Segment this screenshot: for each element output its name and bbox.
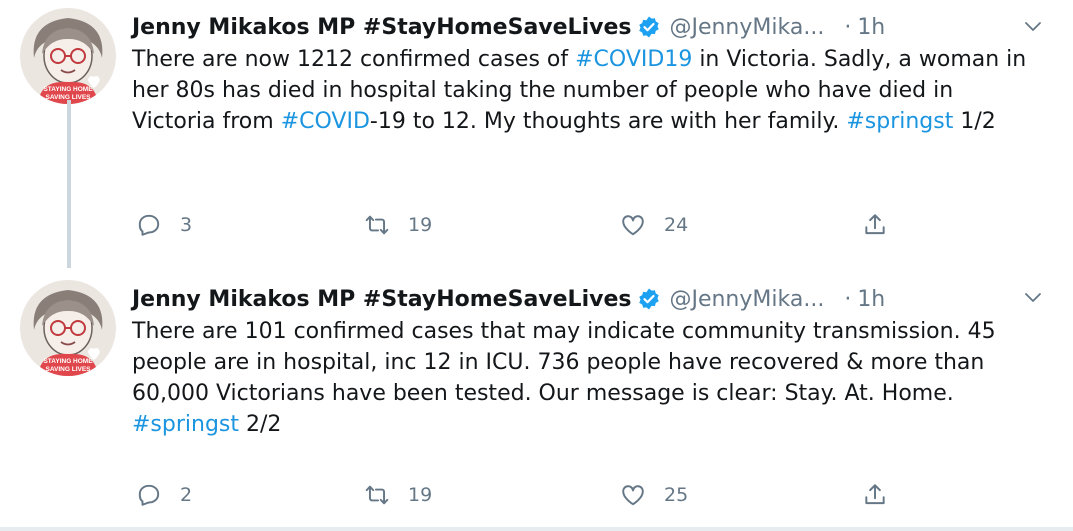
tweet-text: There are now 1212 confirmed cases of #C…	[132, 47, 1027, 134]
hashtag-link[interactable]: #springst	[846, 109, 953, 134]
tweet-header: Jenny Mikakos MP #StayHomeSaveLives @Jen…	[132, 10, 885, 44]
hashtag-link[interactable]: #COVID19	[575, 47, 692, 72]
timestamp[interactable]: 1h	[857, 15, 885, 40]
author-name[interactable]: Jenny Mikakos MP #StayHomeSaveLives	[132, 15, 631, 40]
reply-count: 2	[180, 484, 193, 506]
retweet-count: 19	[408, 214, 433, 236]
thread-connector	[67, 100, 71, 268]
reply-count: 3	[180, 214, 193, 236]
retweet-icon	[365, 215, 389, 235]
retweet-count: 19	[408, 484, 433, 506]
like-count: 25	[664, 484, 689, 506]
like-count: 24	[664, 214, 689, 236]
tweet-actions: 3 19 24	[132, 205, 912, 245]
like-button[interactable]: 25	[620, 475, 688, 515]
verified-badge-icon	[637, 15, 661, 39]
reply-button[interactable]: 3	[136, 205, 192, 245]
chevron-down-icon[interactable]	[1023, 16, 1043, 36]
author-name[interactable]: Jenny Mikakos MP #StayHomeSaveLives	[132, 287, 631, 312]
retweet-icon	[365, 485, 389, 505]
share-button[interactable]	[862, 475, 906, 515]
tweet[interactable]: STAYING HOME SAVING LIVES Jenny Mikakos …	[0, 262, 1073, 527]
hashtag-link[interactable]: #springst	[132, 412, 239, 437]
hashtag-link[interactable]: #COVID	[281, 109, 370, 134]
svg-text:STAYING HOME: STAYING HOME	[43, 358, 93, 365]
chevron-down-icon[interactable]	[1023, 287, 1043, 307]
retweet-button[interactable]: 19	[364, 205, 432, 245]
tweet[interactable]: STAYING HOME SAVING LIVES Jenny Mikakos …	[0, 0, 1073, 262]
reply-icon	[138, 214, 160, 236]
tweet-header: Jenny Mikakos MP #StayHomeSaveLives @Jen…	[132, 282, 885, 316]
like-button[interactable]: 24	[620, 205, 688, 245]
avatar[interactable]: STAYING HOME SAVING LIVES	[20, 8, 116, 104]
reply-button[interactable]: 2	[136, 475, 192, 515]
svg-text:SAVING LIVES: SAVING LIVES	[45, 366, 91, 373]
timestamp[interactable]: 1h	[857, 287, 885, 312]
share-icon	[865, 484, 885, 505]
retweet-button[interactable]: 19	[364, 475, 432, 515]
verified-badge-icon	[637, 287, 661, 311]
svg-text:STAYING HOME: STAYING HOME	[43, 86, 93, 93]
separator: ·	[844, 286, 852, 312]
author-handle[interactable]: @JennyMika...	[669, 15, 824, 40]
author-handle[interactable]: @JennyMika...	[669, 287, 824, 312]
reply-icon	[138, 484, 160, 506]
avatar[interactable]: STAYING HOME SAVING LIVES	[20, 280, 116, 376]
tweet-text: There are 101 confirmed cases that may i…	[132, 319, 996, 437]
tweet-actions: 2 19 25	[132, 475, 912, 515]
share-icon	[865, 214, 885, 235]
heart-icon	[622, 485, 644, 506]
separator: ·	[844, 14, 852, 40]
heart-icon	[622, 215, 644, 236]
divider	[0, 527, 1073, 531]
share-button[interactable]	[862, 205, 906, 245]
